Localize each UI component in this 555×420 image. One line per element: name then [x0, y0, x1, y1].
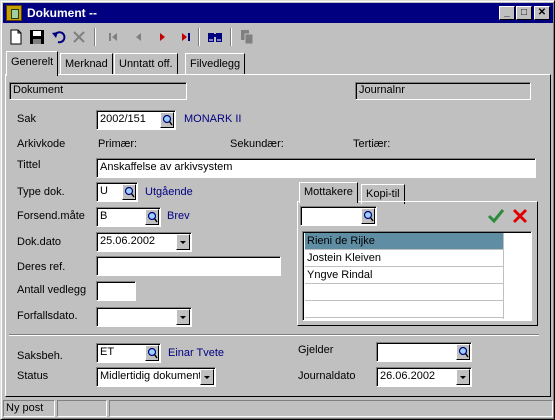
recipient-lookup-icon[interactable]	[361, 208, 375, 224]
tab-mottakere[interactable]: Mottakere	[299, 182, 358, 203]
list-item[interactable]: Rieni de Rijke	[305, 233, 503, 250]
deres-ref-label: Deres ref.	[17, 261, 66, 273]
new-document-icon[interactable]	[7, 28, 25, 46]
saksbeh-lookup-icon[interactable]	[145, 345, 159, 361]
tab-generelt[interactable]: Generelt	[6, 51, 59, 76]
forsend-value: B	[100, 210, 108, 222]
previous-record-icon[interactable]	[129, 28, 147, 46]
status-dropdown-icon[interactable]	[200, 369, 214, 385]
divider	[9, 334, 539, 336]
title-bar: Dokument -- _ □ ✕	[3, 3, 553, 23]
delete-icon[interactable]	[70, 28, 88, 46]
journalnr-header: Journalnr	[355, 82, 531, 100]
main-tabs: Generelt Merknad Unntatt off. Filvedlegg	[6, 51, 546, 76]
tittel-label: Tittel	[17, 159, 41, 171]
list-item-empty[interactable]	[305, 301, 503, 318]
document-window: Dokument -- _ □ ✕ Generelt Merknad Unnta…	[0, 0, 555, 420]
toolbar-separator	[198, 28, 200, 46]
tertiaer-label: Tertiær:	[353, 138, 391, 150]
gjelder-lookup-icon[interactable]	[456, 344, 470, 360]
sak-lookup-icon[interactable]	[160, 112, 174, 128]
forfallsdato-label: Forfallsdato.	[17, 310, 78, 322]
next-record-icon[interactable]	[153, 28, 171, 46]
forsend-lookup-icon[interactable]	[145, 209, 159, 225]
tittel-input[interactable]: Anskaffelse av arkivsystem	[96, 158, 536, 178]
tab-merknad[interactable]: Merknad	[60, 53, 113, 75]
dokdato-select[interactable]: 25.06.2002	[96, 232, 192, 252]
dokdato-dropdown-icon[interactable]	[176, 234, 190, 250]
primaer-label: Primær:	[98, 138, 138, 150]
sekundaer-label: Sekundær:	[230, 138, 284, 150]
save-icon[interactable]	[28, 28, 46, 46]
toolbar-separator	[94, 28, 96, 46]
maximize-button[interactable]: □	[516, 6, 532, 20]
saksbeh-label: Saksbeh.	[17, 350, 63, 362]
antall-vedlegg-label: Antall vedlegg	[17, 284, 87, 296]
close-button[interactable]: ✕	[534, 6, 550, 20]
recipient-list: Rieni de Rijke Jostein Kleiven Yngve Rin…	[302, 231, 532, 321]
dokdato-value: 25.06.2002	[100, 235, 156, 247]
status-select[interactable]: Midlertidig dokument	[96, 367, 216, 387]
type-dok-link[interactable]: Utgående	[145, 186, 193, 198]
forfallsdato-select[interactable]	[96, 307, 192, 327]
tab-unntatt-off[interactable]: Unntatt off.	[114, 53, 178, 75]
dokument-header: Dokument	[9, 82, 187, 100]
journaldato-value: 26.06.2002	[380, 370, 436, 382]
journaldato-label: Journaldato	[298, 370, 356, 382]
recipient-list-scrollbar[interactable]	[503, 233, 530, 319]
antall-vedlegg-input[interactable]	[96, 281, 136, 301]
type-dok-label: Type dok.	[17, 186, 65, 198]
type-dok-input[interactable]: U	[96, 182, 138, 202]
tab-filvedlegg[interactable]: Filvedlegg	[185, 53, 246, 75]
sak-input[interactable]: 2002/151	[96, 110, 176, 130]
sak-label: Sak	[17, 113, 36, 125]
forsend-link[interactable]: Brev	[167, 210, 190, 222]
list-item[interactable]: Yngve Rindal	[305, 267, 503, 284]
sak-link[interactable]: MONARK II	[184, 113, 241, 125]
type-dok-value: U	[100, 185, 108, 197]
journaldato-select[interactable]: 26.06.2002	[376, 367, 472, 387]
cancel-x-icon[interactable]	[511, 207, 529, 225]
gjelder-input[interactable]	[376, 342, 472, 362]
forsend-label: Forsend.måte	[17, 210, 85, 222]
status-bar: Ny post	[3, 400, 553, 418]
window-title: Dokument --	[27, 6, 97, 20]
status-text: Ny post	[3, 400, 55, 417]
gjelder-label: Gjelder	[298, 344, 334, 356]
minimize-button[interactable]: _	[499, 6, 515, 20]
journaldato-dropdown-icon[interactable]	[456, 369, 470, 385]
search-binoculars-icon[interactable]	[206, 28, 224, 46]
dokdato-label: Dok.dato	[17, 236, 62, 248]
confirm-check-icon[interactable]	[487, 207, 505, 225]
status-pane	[109, 400, 553, 417]
forfallsdato-dropdown-icon[interactable]	[176, 309, 190, 325]
type-dok-lookup-icon[interactable]	[122, 184, 136, 200]
first-record-icon[interactable]	[104, 28, 122, 46]
app-icon	[6, 5, 22, 21]
last-record-icon[interactable]	[177, 28, 195, 46]
status-label: Status	[17, 370, 49, 382]
saksbeh-link[interactable]: Einar Tvete	[168, 347, 224, 359]
arkivkode-label: Arkivkode	[17, 138, 66, 150]
copy-icon[interactable]	[238, 28, 256, 46]
deres-ref-input[interactable]	[96, 256, 281, 276]
sak-value: 2002/151	[100, 113, 146, 125]
status-pane	[57, 400, 107, 417]
forsend-input[interactable]: B	[96, 207, 161, 227]
recipient-search-input[interactable]	[300, 206, 377, 226]
list-item-empty[interactable]	[305, 284, 503, 301]
saksbeh-value: ET	[100, 346, 115, 358]
list-item[interactable]: Jostein Kleiven	[305, 250, 503, 267]
toolbar	[4, 25, 552, 49]
toolbar-separator	[230, 28, 232, 46]
status-value: Midlertidig dokument	[100, 370, 202, 382]
undo-icon[interactable]	[50, 28, 68, 46]
saksbeh-input[interactable]: ET	[96, 343, 161, 363]
